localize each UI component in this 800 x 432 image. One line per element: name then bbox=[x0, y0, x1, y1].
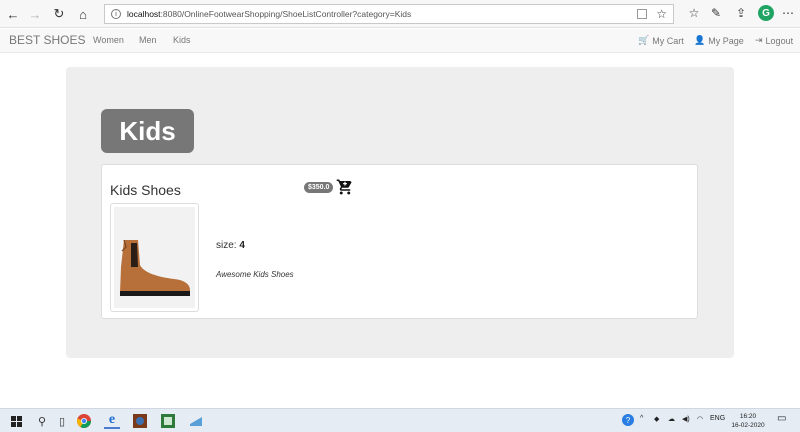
product-description: Awesome Kids Shoes bbox=[216, 270, 294, 279]
clock[interactable]: 16:20 16-02-2020 bbox=[728, 412, 768, 430]
address-bar[interactable]: i localhost:8080/OnlineFootwearShopping/… bbox=[104, 4, 674, 24]
clock-date: 16-02-2020 bbox=[731, 422, 765, 429]
nav-link-women[interactable]: Women bbox=[93, 35, 124, 45]
more-menu-icon[interactable]: ⋯ bbox=[780, 5, 796, 21]
favorite-star-icon[interactable]: ☆ bbox=[656, 7, 667, 21]
clock-time: 16:20 bbox=[739, 413, 757, 420]
windows-start-icon[interactable] bbox=[8, 413, 24, 429]
chrome-icon[interactable] bbox=[76, 413, 92, 429]
app-icon-3[interactable] bbox=[188, 413, 204, 429]
browser-toolbar: ← → ↻ ⌂ i localhost:8080/OnlineFootwearS… bbox=[0, 0, 800, 28]
url-path: :8080/OnlineFootwearShopping/ShoeListCon… bbox=[160, 9, 412, 19]
app-icon-1[interactable] bbox=[132, 413, 148, 429]
language-indicator[interactable]: ENG bbox=[710, 415, 725, 422]
back-icon[interactable]: ← bbox=[4, 5, 22, 23]
product-image bbox=[114, 207, 195, 308]
brand-link[interactable]: BEST SHOES bbox=[9, 33, 85, 47]
product-thumbnail[interactable] bbox=[110, 203, 199, 312]
user-icon: 👤 bbox=[694, 35, 706, 45]
search-icon[interactable]: ⚲ bbox=[34, 413, 50, 429]
my-cart-label: My Cart bbox=[652, 35, 684, 46]
logout-icon: ⇥ bbox=[755, 35, 763, 45]
my-page-link[interactable]: 👤 My Page bbox=[694, 35, 744, 46]
logout-label: Logout bbox=[765, 35, 794, 46]
notifications-icon[interactable]: ▭ bbox=[777, 413, 786, 424]
onedrive-icon[interactable]: ☁ bbox=[668, 415, 675, 423]
notes-pen-icon[interactable]: ✎ bbox=[708, 5, 724, 21]
nav-link-kids[interactable]: Kids bbox=[173, 35, 191, 45]
reading-view-icon[interactable] bbox=[637, 9, 647, 19]
refresh-icon[interactable]: ↻ bbox=[50, 5, 68, 23]
dropbox-icon[interactable]: ◆ bbox=[654, 415, 659, 423]
favorites-icon[interactable]: ☆ bbox=[686, 5, 702, 21]
size-value: 4 bbox=[239, 240, 245, 251]
my-page-label: My Page bbox=[708, 35, 744, 46]
url-host: localhost bbox=[127, 9, 161, 19]
category-heading: Kids bbox=[101, 109, 194, 153]
price-badge: $350.0 bbox=[304, 182, 334, 193]
add-to-cart-icon[interactable] bbox=[336, 178, 354, 196]
os-taskbar: ⚲ ▯ e ? ^ ◆ ☁ ◀) ◠ ENG 16:20 16-02-2020 … bbox=[0, 408, 800, 432]
cart-icon: 🛒 bbox=[638, 35, 650, 45]
profile-g-icon[interactable]: G bbox=[758, 5, 774, 21]
volume-icon[interactable]: ◀) bbox=[682, 415, 690, 423]
chevron-up-icon[interactable]: ^ bbox=[640, 415, 643, 422]
size-label: size: bbox=[216, 240, 237, 251]
help-icon[interactable]: ? bbox=[622, 414, 634, 428]
wifi-icon[interactable]: ◠ bbox=[697, 415, 703, 423]
edge-icon[interactable]: e bbox=[104, 412, 120, 429]
app-icon-2[interactable] bbox=[160, 413, 176, 429]
product-size: size: 4 bbox=[216, 240, 245, 251]
task-view-icon[interactable]: ▯ bbox=[54, 413, 70, 429]
boot-image bbox=[120, 239, 190, 296]
logout-link[interactable]: ⇥ Logout bbox=[755, 35, 793, 46]
nav-link-men[interactable]: Men bbox=[139, 35, 157, 45]
site-info-icon[interactable]: i bbox=[111, 9, 121, 19]
forward-icon[interactable]: → bbox=[26, 5, 44, 23]
svg-text:?: ? bbox=[626, 416, 631, 425]
share-icon[interactable]: ⇪ bbox=[733, 5, 749, 21]
home-icon[interactable]: ⌂ bbox=[74, 5, 92, 23]
product-name: Kids Shoes bbox=[110, 182, 181, 198]
my-cart-link[interactable]: 🛒 My Cart bbox=[638, 35, 684, 46]
site-navbar: BEST SHOES Women Men Kids 🛒 My Cart 👤 My… bbox=[0, 29, 800, 53]
